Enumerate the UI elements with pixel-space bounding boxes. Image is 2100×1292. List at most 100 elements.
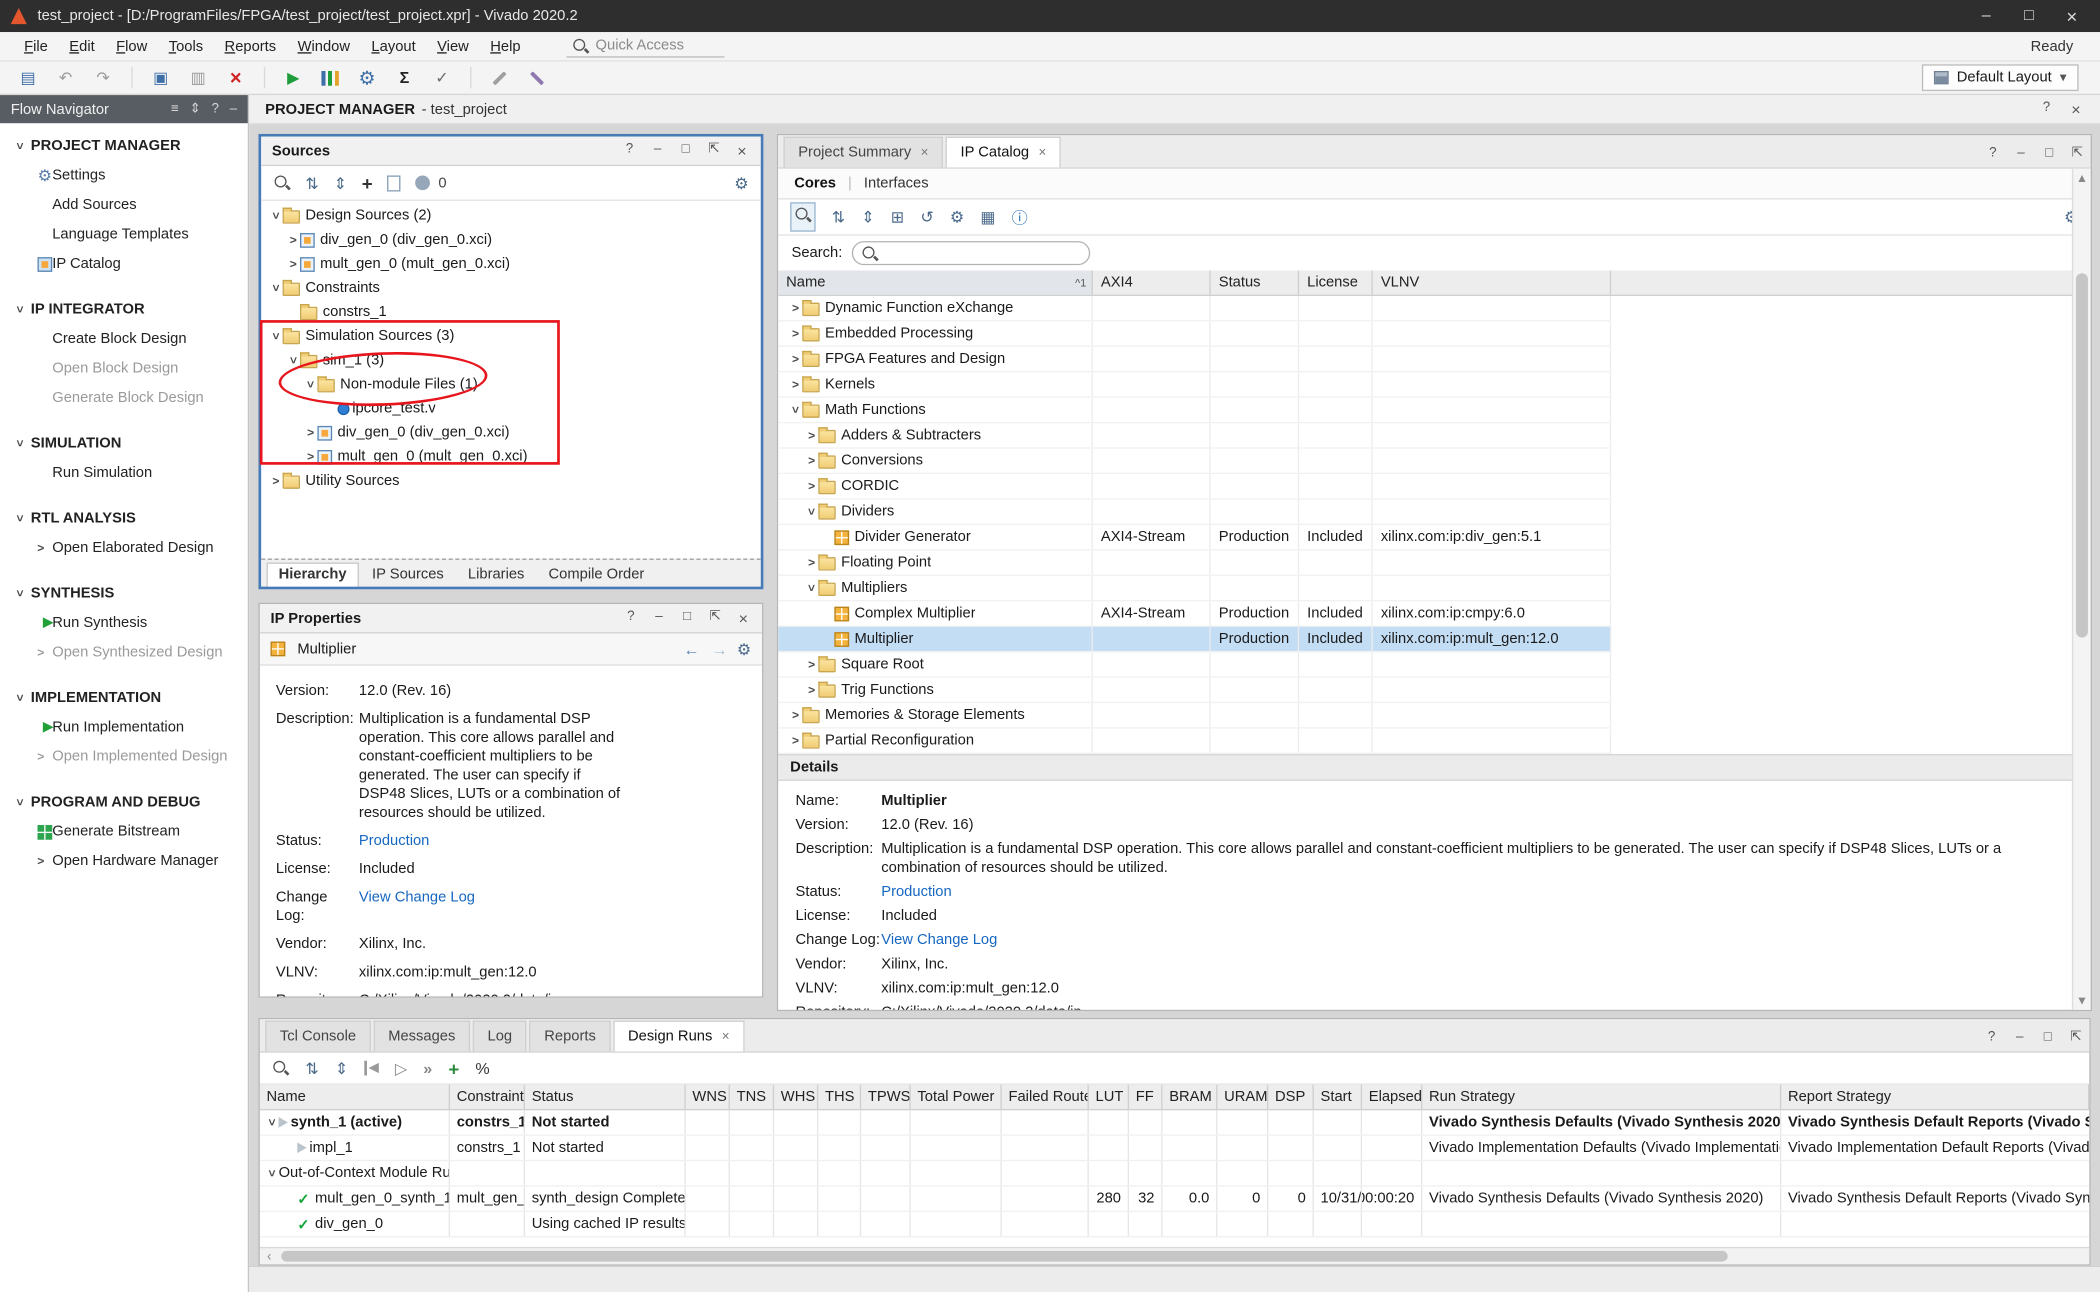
maximize-panel-icon[interactable] [2041,146,2057,161]
help-icon[interactable] [623,609,639,628]
chevron-icon[interactable] [789,378,802,391]
source-tree-item[interactable]: mult_gen_0 (mult_gen_0.xci) [261,445,761,469]
column-header[interactable]: WNS [686,1085,730,1109]
minimize-panel-icon[interactable] [230,102,237,117]
subtab-interfaces[interactable]: Interfaces [864,175,929,191]
collapse-all-icon[interactable] [305,1059,318,1078]
close-button[interactable] [2063,5,2082,26]
info-icon[interactable] [1012,206,1028,229]
ip-catalog-row[interactable]: CORDIC [778,474,1611,499]
sources-view-tab[interactable]: Hierarchy [267,563,359,587]
flow-navigator-item[interactable]: SIMULATION [0,429,248,458]
column-header[interactable]: Status [525,1085,686,1109]
source-tree-item[interactable]: Non-module Files (1) [261,372,761,396]
search-icon[interactable] [272,1059,289,1076]
column-header[interactable]: LUT [1089,1085,1129,1109]
scrollbar-thumb[interactable] [2076,273,2088,637]
flow-navigator-item[interactable]: SYNTHESIS [0,579,248,608]
flow-navigator-item[interactable]: Open Implemented Design [0,742,248,771]
source-tree-item[interactable]: Design Sources (2) [261,204,761,228]
expand-all-icon[interactable] [861,208,874,227]
chevron-icon[interactable] [805,479,818,492]
bottom-tab[interactable]: Log [473,1021,527,1052]
ip-catalog-row[interactable]: Memories & Storage Elements [778,703,1611,728]
ip-catalog-row[interactable]: Partial Reconfiguration [778,729,1611,754]
chevron-icon[interactable] [805,658,818,671]
minimize-panel-icon[interactable] [2013,146,2029,161]
column-header[interactable]: WHS [774,1085,818,1109]
bottom-tab[interactable]: Messages [373,1021,470,1052]
run-all-icon[interactable] [423,1059,432,1078]
help-icon[interactable] [1985,146,2001,161]
group-by-icon[interactable] [891,208,904,227]
column-header[interactable]: Name [260,1085,450,1109]
chevron-icon[interactable] [304,378,317,391]
chevron-icon[interactable] [805,683,818,696]
chevron-icon[interactable] [269,474,282,487]
sources-view-tab[interactable]: Compile Order [538,564,655,587]
source-tree-item[interactable]: Simulation Sources (3) [261,324,761,348]
column-header[interactable]: FF [1129,1085,1162,1109]
source-tree-item[interactable]: Constraints [261,276,761,300]
copy-icon[interactable] [183,64,212,91]
column-header-vlnv[interactable]: VLNV [1373,271,1611,295]
dock-icon[interactable] [171,102,179,117]
validate-icon[interactable] [427,64,456,91]
menu-item[interactable]: Flow [105,34,158,58]
flow-navigator-item[interactable]: Generate Block Design [0,383,248,412]
source-tree-item[interactable]: Utility Sources [261,469,761,493]
undo-icon[interactable] [51,64,80,91]
design-run-row[interactable]: impl_1 constrs_1 Not started [260,1136,2089,1161]
flow-navigator-item[interactable]: Settings [0,161,248,190]
subtab-cores[interactable]: Cores [794,175,836,191]
ip-catalog-row[interactable]: Conversions [778,449,1611,474]
menu-item[interactable]: Layout [361,34,427,58]
chevron-icon[interactable] [287,354,300,367]
panel-settings-icon[interactable]: ⚙ [737,640,751,659]
column-header[interactable]: THS [818,1085,861,1109]
step-back-icon[interactable] [364,1061,378,1076]
scrollbar-thumb[interactable] [281,1251,1727,1262]
quick-access-search[interactable]: Quick Access [566,35,724,56]
maximize-panel-icon[interactable] [2040,1030,2056,1045]
chevron-icon[interactable] [789,403,802,416]
chevron-icon[interactable] [789,734,802,747]
chevron-icon[interactable] [304,450,317,463]
maximize-button[interactable] [2020,5,2039,26]
file-icon[interactable] [387,175,400,191]
chevron-icon[interactable] [789,708,802,721]
flow-navigator-item[interactable]: Open Block Design [0,354,248,383]
expand-panel-icon[interactable] [189,102,200,117]
ip-catalog-row[interactable]: Embedded Processing [778,321,1611,346]
float-panel-icon[interactable] [707,609,723,628]
menu-item[interactable]: Tools [158,34,214,58]
messages-badge-icon[interactable] [416,175,431,190]
column-header[interactable]: DSP [1268,1085,1314,1109]
source-tree-item[interactable]: constrs_1 [261,300,761,324]
forward-icon[interactable] [709,640,730,659]
chevron-icon[interactable] [269,281,282,294]
layout-selector[interactable]: Default Layout [1922,64,2079,91]
back-icon[interactable] [681,640,702,659]
chevron-icon[interactable] [265,1167,278,1180]
run-icon[interactable] [395,1059,407,1078]
ip-properties-header[interactable]: IP Properties [260,604,762,633]
source-tree-item[interactable]: div_gen_0 (div_gen_0.xci) [261,421,761,445]
flow-navigator-item[interactable]: PROGRAM AND DEBUG [0,788,248,817]
design-run-row[interactable]: div_gen_0 Using cached IP results [260,1212,2089,1237]
expand-all-icon[interactable] [334,173,347,192]
help-icon[interactable] [1984,1030,2000,1045]
save-icon[interactable] [146,64,175,91]
ip-catalog-row[interactable]: Dynamic Function eXchange [778,296,1611,321]
column-header[interactable]: URAM [1217,1085,1268,1109]
refresh-icon[interactable] [920,208,933,227]
column-header[interactable]: TNS [730,1085,774,1109]
sources-view-tab[interactable]: Libraries [457,564,535,587]
help-icon[interactable] [211,102,218,117]
source-tree-item[interactable]: mult_gen_0 (mult_gen_0.xci) [261,252,761,276]
chevron-icon[interactable] [287,233,300,246]
flow-navigator-item[interactable]: Language Templates [0,220,248,249]
search-icon[interactable] [273,174,290,191]
help-icon[interactable] [2038,100,2054,119]
minimize-panel-icon[interactable] [650,141,666,160]
